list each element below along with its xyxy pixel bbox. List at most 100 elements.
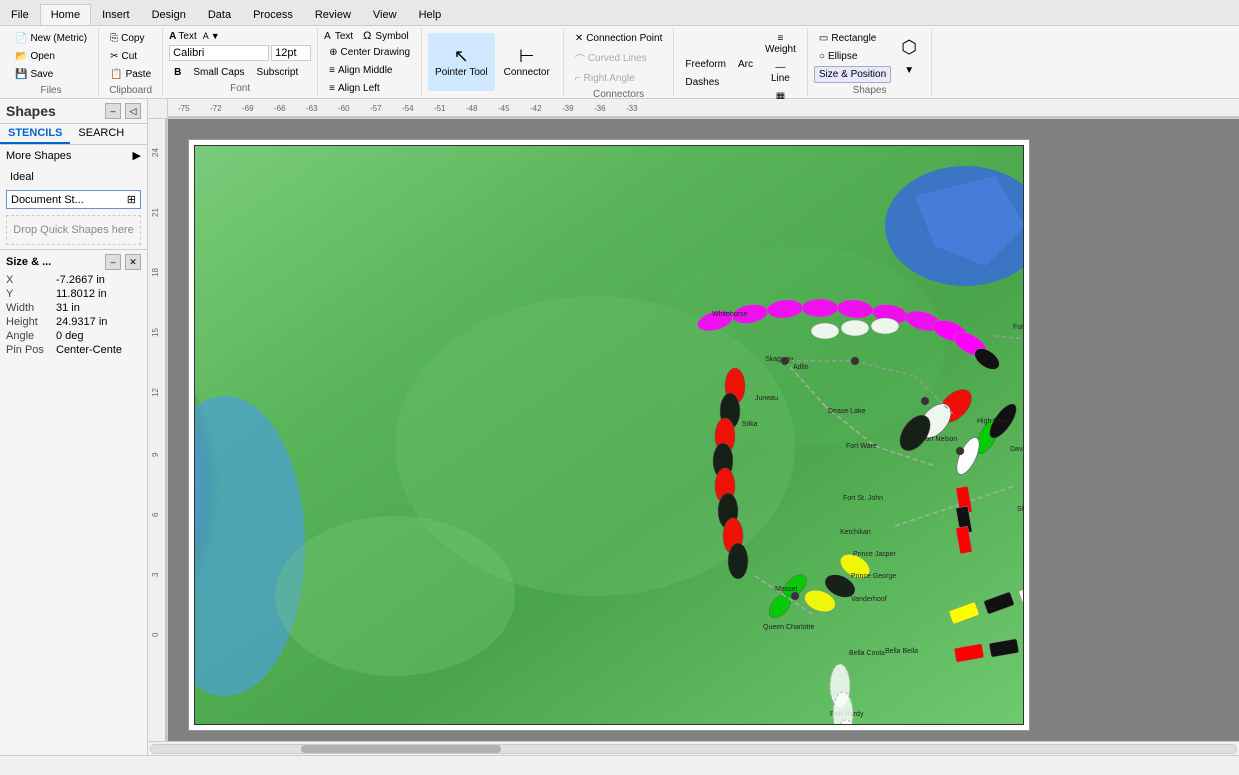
lines-col: Freeform Arc Dashes [680, 56, 758, 91]
svg-text:Daventon Creek: Daventon Creek [1010, 446, 1024, 453]
tab-file[interactable]: File [0, 4, 40, 25]
tab-review[interactable]: Review [304, 4, 362, 25]
sidebar-header: Shapes – ◁ [0, 99, 147, 124]
height-row: Height 24.9317 in [6, 316, 141, 328]
ribbon-content: 📄 New (Metric) 📂 Open 💾 Save Files [0, 26, 1239, 98]
tab-design[interactable]: Design [141, 4, 197, 25]
tab-data[interactable]: Data [197, 4, 242, 25]
horizontal-scrollbar[interactable] [148, 741, 1239, 755]
angle-value: 0 deg [56, 330, 84, 342]
weight-button[interactable]: ≡ Weight [760, 30, 801, 58]
svg-text:-69: -69 [242, 104, 254, 113]
copy-button[interactable]: ⎘ Copy [105, 30, 156, 47]
ellipse-icon: ○ [819, 51, 825, 62]
center-drawing-icon: ⊕ [329, 47, 337, 58]
line-button[interactable]: — Line [760, 59, 801, 87]
tab-home[interactable]: Home [40, 4, 91, 25]
tab-search[interactable]: SEARCH [70, 124, 132, 144]
pointer-group: ↖ Pointer Tool ⊢ Connector [422, 28, 564, 96]
save-button[interactable]: 💾 Save [10, 66, 92, 83]
shapes-panel-title: Shapes [6, 103, 56, 119]
svg-text:Fort St. John: Fort St. John [843, 495, 883, 502]
connectors-col: ✕ Connection Point ⌒ Curved Lines ⌐ Righ… [570, 30, 668, 87]
rectangle-button[interactable]: ▭ Rectangle [814, 30, 891, 47]
font-name-input[interactable] [169, 45, 269, 61]
svg-text:Fort Ware: Fort Ware [846, 443, 877, 450]
curved-lines-button[interactable]: ⌒ Curved Lines [570, 48, 668, 69]
pin-pos-value: Center-Cente [56, 344, 122, 356]
open-icon: 📂 [15, 51, 27, 62]
tab-insert[interactable]: Insert [91, 4, 141, 25]
files-group: 📄 New (Metric) 📂 Open 💾 Save Files [4, 28, 99, 96]
tab-stencils[interactable]: STENCILS [0, 124, 70, 144]
open-button[interactable]: 📂 Open [10, 48, 92, 65]
curved-lines-icon: ⌒ [575, 51, 585, 66]
tab-view[interactable]: View [362, 4, 408, 25]
scrollbar-thumb[interactable] [301, 745, 501, 753]
status-bar [0, 755, 1239, 775]
center-drawing-button[interactable]: ⊕ Center Drawing [324, 44, 415, 61]
shape-dropdown-button[interactable]: ▼ [893, 62, 925, 79]
svg-text:-33: -33 [626, 104, 638, 113]
svg-text:6: 6 [151, 512, 160, 517]
scrollbar-track[interactable] [150, 744, 1237, 754]
dashes-button[interactable]: Dashes [680, 74, 758, 91]
size-panel-header: Size & ... – ✕ [6, 254, 141, 270]
y-value: 11.8012 in [56, 288, 107, 300]
cut-button[interactable]: ✂ Cut [105, 48, 156, 65]
ribbon: File Home Insert Design Data Process Rev… [0, 0, 1239, 99]
size-panel-close[interactable]: ✕ [125, 254, 141, 270]
paste-icon: 📋 [110, 69, 122, 80]
text-icon-font: A [169, 31, 176, 42]
connectors-group: ✕ Connection Point ⌒ Curved Lines ⌐ Righ… [564, 28, 675, 96]
freeform-button[interactable]: Freeform [680, 56, 731, 73]
sidebar-minimize-button[interactable]: – [105, 103, 121, 119]
ellipse-button[interactable]: ○ Ellipse [814, 48, 891, 65]
right-angle-button[interactable]: ⌐ Right Angle [570, 70, 668, 87]
small-caps-button[interactable]: Small Caps [188, 64, 249, 81]
pin-pos-label: Pin Pos [6, 344, 56, 356]
align-left-button[interactable]: ≡ Align Left [324, 80, 415, 97]
pointer-icon: ↖ [454, 46, 469, 67]
angle-row: Angle 0 deg [6, 330, 141, 342]
size-position-button[interactable]: Size & Position [814, 66, 891, 83]
canvas-scroll[interactable]: Whitehorse Skagway Adlin Juneau Sitka De… [168, 119, 1239, 741]
svg-text:Fort Ward: Fort Ward [1013, 324, 1024, 331]
svg-text:Queen Charlotte: Queen Charlotte [763, 624, 814, 631]
canvas-with-ruler: 24 21 18 15 12 9 6 3 0 [148, 119, 1239, 741]
svg-text:Prince Jasper: Prince Jasper [853, 551, 896, 558]
align-middle-icon: ≡ [329, 65, 335, 76]
pointer-tool-button[interactable]: ↖ Pointer Tool [428, 33, 495, 91]
sidebar-close-button[interactable]: ◁ [125, 103, 141, 119]
size-panel-minimize[interactable]: – [105, 254, 121, 270]
text-format-icon: A [203, 31, 209, 41]
connection-point-button[interactable]: ✕ Connection Point [570, 30, 668, 47]
connection-point-icon: ✕ [575, 33, 583, 44]
document-stencil-item[interactable]: Document St... ⊞ [6, 190, 141, 209]
save-icon: 💾 [15, 69, 27, 80]
connector-button[interactable]: ⊢ Connector [497, 33, 557, 91]
shapes-group: ▭ Rectangle ○ Ellipse Size & Position ⬡ … [808, 28, 932, 96]
width-value: 31 in [56, 302, 80, 314]
y-row: Y 11.8012 in [6, 288, 141, 300]
size-panel: Size & ... – ✕ X -7.2667 in Y 11.8012 in… [0, 249, 147, 362]
shapes-col: ▭ Rectangle ○ Ellipse Size & Position [814, 30, 891, 83]
svg-text:-63: -63 [306, 104, 318, 113]
clipboard-col: ⎘ Copy ✂ Cut 📋 Paste [105, 30, 156, 83]
shapes-group-content: ▭ Rectangle ○ Ellipse Size & Position ⬡ … [814, 30, 925, 83]
font-size-input[interactable] [271, 45, 311, 61]
height-value: 24.9317 in [56, 316, 107, 328]
svg-text:-36: -36 [594, 104, 606, 113]
tab-process[interactable]: Process [242, 4, 304, 25]
drawing-canvas[interactable]: Whitehorse Skagway Adlin Juneau Sitka De… [194, 145, 1024, 725]
paste-button[interactable]: 📋 Paste [105, 66, 156, 83]
subscript-button[interactable]: Subscript [252, 64, 304, 81]
tab-help[interactable]: Help [408, 4, 453, 25]
more-shapes-ribbon-button[interactable]: ⬡ [893, 34, 925, 61]
bold-button[interactable]: B [169, 64, 186, 81]
new-button[interactable]: 📄 New (Metric) [10, 30, 92, 47]
align-middle-button[interactable]: ≡ Align Middle [324, 62, 415, 79]
arc-button[interactable]: Arc [733, 56, 758, 73]
ideal-shape-item[interactable]: Ideal [6, 168, 141, 186]
more-shapes-button[interactable]: More Shapes ▶ [0, 145, 147, 166]
